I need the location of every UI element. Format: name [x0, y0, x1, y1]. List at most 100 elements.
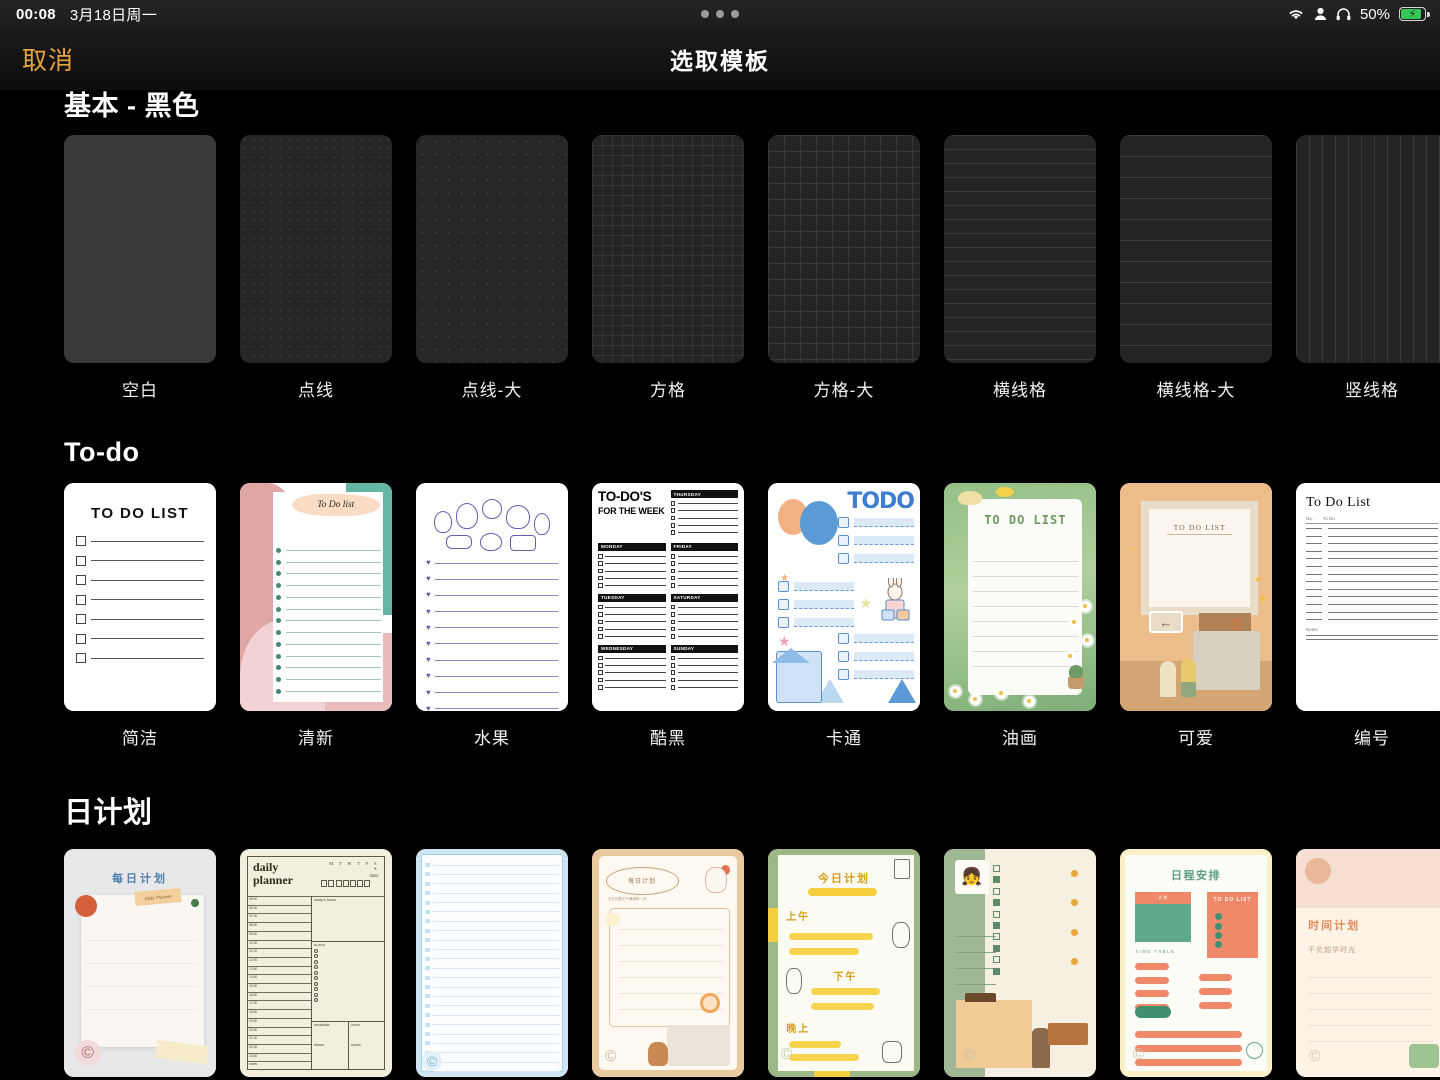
template-thumbnail[interactable]: 日程安排 ·计划· TO DO LIST TIME TABLE ©: [1120, 849, 1272, 1077]
template-card-dotted-large[interactable]: 点线-大: [416, 135, 568, 401]
thumbnail-heading: TODO: [847, 489, 915, 514]
template-label: 点线-大: [461, 381, 523, 400]
template-thumbnail[interactable]: [1120, 135, 1272, 363]
bunny-icon: [878, 574, 912, 622]
cancel-button[interactable]: 取消: [22, 41, 74, 77]
day-header: SATURDAY: [670, 593, 738, 602]
template-label: 简洁: [122, 729, 158, 748]
row-label-evening: 晚上: [786, 1024, 811, 1035]
template-card-vertical-ruled[interactable]: 竖线格: [1296, 135, 1440, 401]
section-title-daily: 日计划: [64, 797, 153, 829]
template-thumbnail[interactable]: [768, 135, 920, 363]
template-card-todo-fruit[interactable]: ♥ ♥ ♥ ♥ ♥ ♥ ♥ ♥ ♥ ♥ ♥ ♥ ♥: [416, 483, 568, 749]
template-card-ruled-large[interactable]: 横线格-大: [1120, 135, 1272, 401]
template-thumbnail[interactable]: TO DO LIST ← ★ ★ ★ ©: [1120, 483, 1272, 711]
row-label-morning: 上午: [786, 912, 811, 924]
template-thumbnail[interactable]: TO DO LIST: [64, 483, 216, 711]
template-label: 方格-大: [813, 381, 875, 400]
person-icon: [1314, 7, 1327, 21]
template-card-todo-cool-black[interactable]: TO-DO'S FOR THE WEEK THURSDAY MONDAY TUE…: [592, 483, 744, 749]
thumbnail-heading: 每日计划: [605, 867, 679, 895]
template-thumbnail[interactable]: TO DO LIST: [944, 483, 1096, 711]
template-thumbnail[interactable]: 时间计划 不负韶华时光 ©: [1296, 849, 1440, 1077]
template-thumbnail[interactable]: [1296, 135, 1440, 363]
notes-label: Notes: [1306, 626, 1318, 632]
template-card-todo-numbered[interactable]: To Do List No. To Do Notes 编号: [1296, 483, 1440, 749]
template-label: 卡通: [826, 729, 862, 748]
thumbnail-heading: TO DO LIST: [984, 512, 1067, 527]
template-thumbnail[interactable]: 每日计划 今天又是元气满满的一天 ©: [592, 849, 744, 1077]
template-row-todo: TO DO LIST 简洁 To Do list 清新 ♥ ♥ ♥ ♥ ♥ ♥ …: [0, 483, 1440, 749]
page-title: 选取模板: [670, 48, 770, 74]
bear-icon: [648, 1041, 669, 1066]
bush-icon: [1135, 1005, 1172, 1018]
day-header: FRIDAY: [670, 542, 738, 552]
template-thumbnail[interactable]: daily planner M T W T F S S date: 05:00 0…: [240, 849, 392, 1077]
template-card-todo-cartoon[interactable]: TODO ★ ★ ★ 卡通: [768, 483, 920, 749]
template-label: 可爱: [1178, 729, 1214, 748]
template-thumbnail[interactable]: [240, 135, 392, 363]
template-thumbnail[interactable]: 每日计划 Daily Planner ©: [64, 849, 216, 1077]
template-thumbnail[interactable]: ©: [416, 849, 568, 1077]
headphones-icon: [1336, 7, 1351, 21]
panel-label: breakfast: [313, 1023, 330, 1028]
status-time: 00:08: [16, 5, 56, 23]
template-card-daily-simple[interactable]: 每日计划 Daily Planner © 简洁: [64, 849, 216, 1080]
thumbnail-heading: 日程安排: [1171, 870, 1221, 883]
template-card-daily-schedule[interactable]: 日程安排 ·计划· TO DO LIST TIME TABLE ©: [1120, 849, 1272, 1080]
template-thumbnail[interactable]: ♥ ♥ ♥ ♥ ♥ ♥ ♥ ♥ ♥ ♥ ♥ ♥ ♥: [416, 483, 568, 711]
template-row-basic: 空白 点线 点线-大 方格 方格-大 横线格 横线格-大 竖线格: [0, 135, 1440, 401]
template-thumbnail[interactable]: [944, 135, 1096, 363]
panel-label: lunch: [350, 1023, 361, 1028]
template-thumbnail[interactable]: TODO ★ ★ ★: [768, 483, 920, 711]
column-header: No.: [1306, 516, 1314, 521]
copyright-icon: ©: [1131, 685, 1143, 702]
template-card-daily-cartoon[interactable]: 👧 ©: [944, 849, 1096, 1080]
avatar-icon: 👧: [954, 860, 989, 895]
copyright-icon: ©: [780, 1045, 793, 1063]
template-card-todo-cute[interactable]: TO DO LIST ← ★ ★ ★ © 可爱: [1120, 483, 1272, 749]
template-card-grid[interactable]: 方格: [592, 135, 744, 401]
day-header: WEDNESDAY: [598, 644, 666, 653]
template-card-todo-oil-painting[interactable]: TO DO LIST 油画: [944, 483, 1096, 749]
battery-percent-label: 50%: [1359, 5, 1390, 23]
template-scroll-area[interactable]: 基本 - 黑色 空白 点线 点线-大 方格 方格-大 横线格 横线格-大 竖线格…: [0, 90, 1440, 1080]
status-bar-left: 00:08 3月18日周一: [16, 4, 157, 25]
template-card-dotted[interactable]: 点线: [240, 135, 392, 401]
template-card-daily-fresh[interactable]: © 清新: [416, 849, 568, 1080]
template-thumbnail[interactable]: To Do List No. To Do Notes: [1296, 483, 1440, 711]
panel-label: dinner: [313, 1043, 325, 1048]
template-card-ruled[interactable]: 横线格: [944, 135, 1096, 401]
section-daily-plan: 日计划 每日计划 Daily Planner © daily planner M…: [0, 789, 1440, 1080]
template-card-daily-fitness[interactable]: 今日计划 上午 下午 晚上 ©: [768, 849, 920, 1080]
template-card-daily-timetable[interactable]: daily planner M T W T F S S date: 05:00 0…: [240, 849, 392, 1080]
template-thumbnail[interactable]: [416, 135, 568, 363]
template-card-todo-fresh[interactable]: To Do list 清新: [240, 483, 392, 749]
column-header: To Do: [1323, 516, 1335, 521]
fruit-illustration-icon: [426, 493, 558, 555]
balloon-icon: [800, 501, 838, 545]
template-card-daily-study[interactable]: 时间计划 不负韶华时光 © 学习计划: [1296, 849, 1440, 1080]
wifi-icon: [1287, 7, 1305, 21]
template-thumbnail[interactable]: To Do list: [240, 483, 392, 711]
template-thumbnail[interactable]: TO-DO'S FOR THE WEEK THURSDAY MONDAY TUE…: [592, 483, 744, 711]
template-card-blank[interactable]: 空白: [64, 135, 216, 401]
template-card-grid-large[interactable]: 方格-大: [768, 135, 920, 401]
template-label: 水果: [474, 729, 510, 748]
template-thumbnail[interactable]: [64, 135, 216, 363]
template-thumbnail[interactable]: 今日计划 上午 下午 晚上 ©: [768, 849, 920, 1077]
template-label: 横线格: [993, 381, 1047, 400]
lion-icon: [699, 993, 720, 1014]
drag-handle-dots: [0, 0, 1440, 28]
thumbnail-heading: TO-DO'S: [598, 489, 652, 504]
template-thumbnail[interactable]: 👧 ©: [944, 849, 1096, 1077]
template-card-daily-animal[interactable]: 每日计划 今天又是元气满满的一天 ©: [592, 849, 744, 1080]
thumbnail-heading: To Do list: [317, 500, 355, 511]
person-icon: [1180, 659, 1196, 698]
template-label: 方格: [650, 381, 686, 400]
day-header: TUESDAY: [598, 593, 666, 602]
template-card-todo-simple[interactable]: TO DO LIST 简洁: [64, 483, 216, 749]
template-thumbnail[interactable]: [592, 135, 744, 363]
copyright-icon: ©: [1132, 1045, 1145, 1063]
thumbnail-heading: 每日计划: [112, 872, 168, 885]
